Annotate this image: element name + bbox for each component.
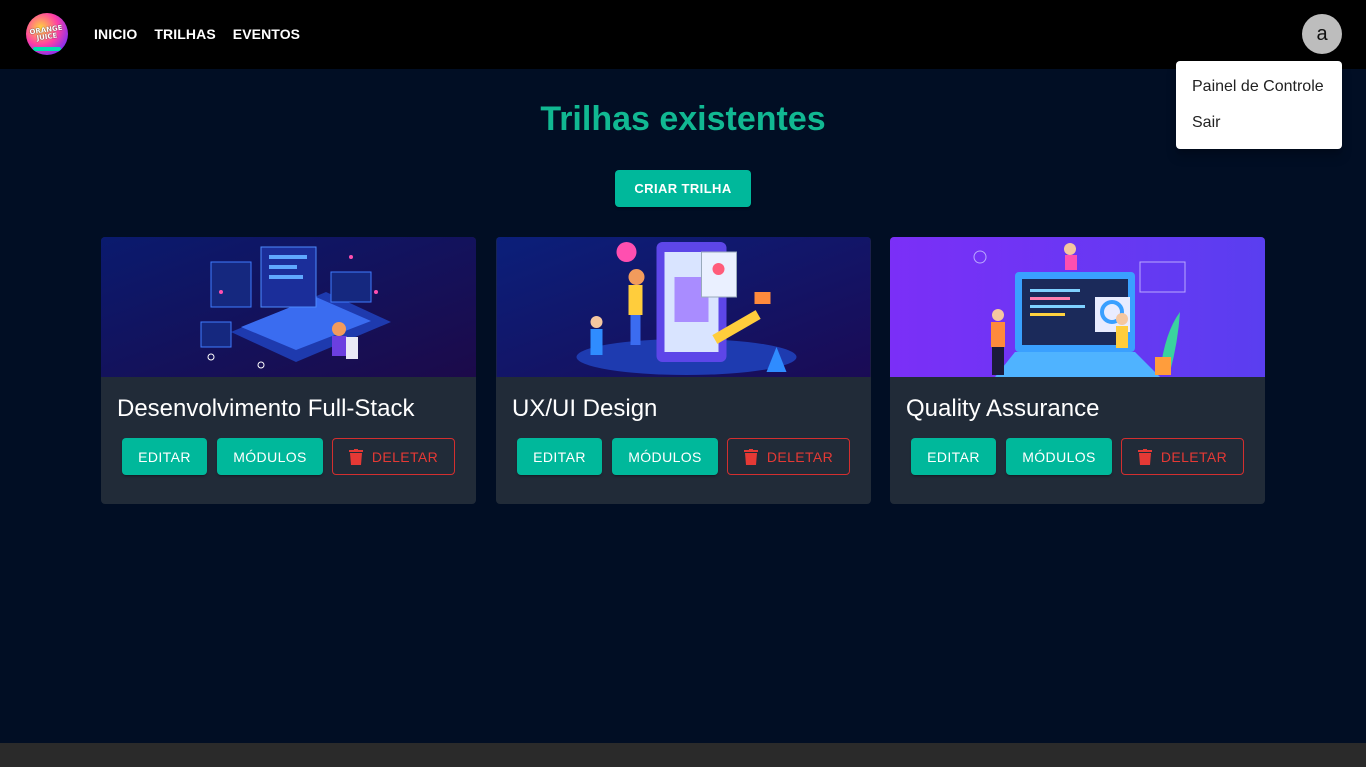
track-card-image [496, 237, 871, 377]
delete-button[interactable]: DELETAR [1121, 438, 1244, 475]
delete-button-label: DELETAR [766, 448, 834, 465]
modules-button[interactable]: MÓDULOS [612, 438, 718, 475]
track-card-image [890, 237, 1265, 377]
delete-button-label: DELETAR [1160, 448, 1228, 465]
create-track-button[interactable]: CRIAR TRILHA [615, 170, 751, 207]
delete-button[interactable]: DELETAR [727, 438, 850, 475]
trash-icon [743, 448, 758, 465]
track-card: UX/UI Design EDITAR MÓDULOS DELETAR [496, 237, 871, 504]
page-title: Trilhas existentes [540, 100, 826, 138]
main-nav: INICIO TRILHAS EVENTOS [94, 26, 300, 42]
nav-link-eventos[interactable]: EVENTOS [233, 26, 300, 42]
user-avatar[interactable]: a [1302, 14, 1342, 54]
edit-button[interactable]: EDITAR [122, 438, 207, 475]
delete-button-label: DELETAR [371, 448, 439, 465]
top-navbar: ORANGE JUICE INICIO TRILHAS EVENTOS a [0, 0, 1366, 69]
modules-button[interactable]: MÓDULOS [217, 438, 323, 475]
track-card-image [101, 237, 476, 377]
modules-button[interactable]: MÓDULOS [1006, 438, 1112, 475]
track-card: Desenvolvimento Full-Stack EDITAR MÓDULO… [101, 237, 476, 504]
track-card-title: Quality Assurance [906, 395, 1100, 422]
logo-strip [33, 47, 61, 51]
track-card-title: UX/UI Design [512, 395, 658, 422]
footer [0, 743, 1366, 767]
logo-text: ORANGE JUICE [29, 23, 64, 43]
edit-button[interactable]: EDITAR [517, 438, 602, 475]
edit-button[interactable]: EDITAR [911, 438, 996, 475]
brand-logo[interactable]: ORANGE JUICE [26, 13, 68, 55]
track-card: Quality Assurance EDITAR MÓDULOS DELETAR [890, 237, 1265, 504]
delete-button[interactable]: DELETAR [332, 438, 455, 475]
trash-icon [348, 448, 363, 465]
nav-link-inicio[interactable]: INICIO [94, 26, 137, 42]
track-card-title: Desenvolvimento Full-Stack [117, 395, 415, 422]
trash-icon [1137, 448, 1152, 465]
nav-link-trilhas[interactable]: TRILHAS [154, 26, 215, 42]
